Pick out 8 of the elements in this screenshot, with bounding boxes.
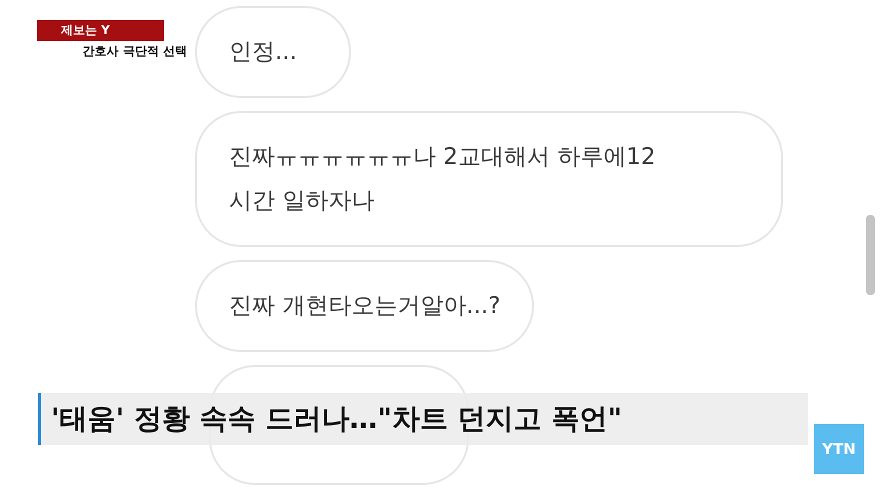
channel-logo: YTN (814, 424, 864, 474)
caption-subtitle: 간호사 극단적 선택 (82, 43, 187, 60)
headline-bar: '태움' 정황 속속 드러나…"차트 던지고 폭언" (38, 393, 808, 445)
message-bubble: 진짜 개현타오는거알아...? (195, 260, 534, 352)
message-bubble: 진짜ㅠㅠㅠㅠㅠㅠ나 2교대해서 하루에12 시간 일하자나 (195, 111, 783, 247)
message-bubble: 인정... (195, 6, 351, 98)
scrollbar[interactable] (866, 215, 875, 295)
caption-tag: 제보는 Y (37, 20, 164, 41)
